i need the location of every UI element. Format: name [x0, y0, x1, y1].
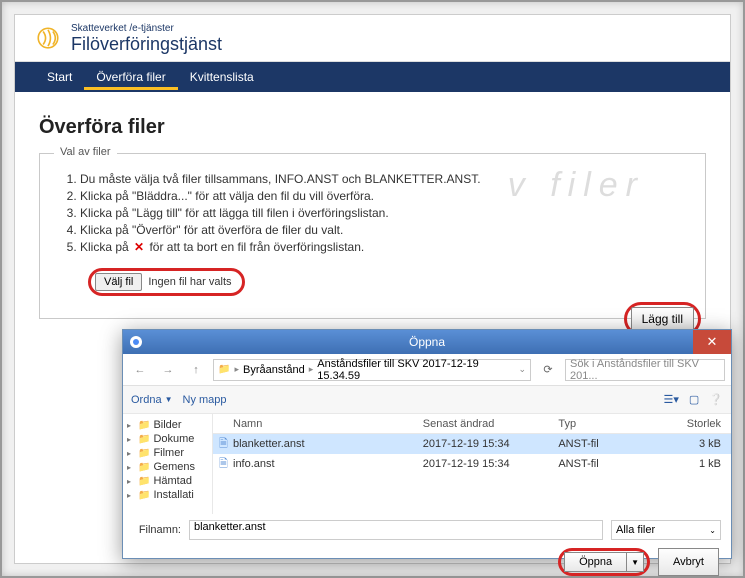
col-name[interactable]: Namn [213, 418, 423, 430]
search-input[interactable]: Sök i Anståndsfiler till SKV 201... [565, 359, 725, 381]
file-list: Namn Senast ändrad Typ Storlek 🗎 blanket… [213, 414, 731, 514]
filename-label: Filnamn: [133, 524, 181, 536]
choose-file-button[interactable]: Välj fil [95, 273, 142, 291]
col-date[interactable]: Senast ändrad [423, 418, 559, 430]
instruction-4: Klicka på "Överför" för att överföra de … [80, 223, 683, 237]
file-row[interactable]: 🗎 blanketter.anst 2017-12-19 15:34 ANST-… [213, 434, 731, 454]
folder-icon: 📁 [218, 364, 230, 375]
nav-transfer[interactable]: Överföra filer [84, 64, 177, 90]
refresh-button[interactable]: ⟳ [537, 359, 559, 381]
nav-start[interactable]: Start [35, 64, 84, 90]
breadcrumb-dropdown-icon[interactable]: ⌄ [518, 364, 526, 375]
tree-dokument[interactable]: ▸📁Dokume [125, 432, 210, 446]
new-folder-button[interactable]: Ny mapp [183, 394, 227, 406]
dialog-titlebar[interactable]: Öppna ✕ [123, 330, 731, 354]
file-icon: 🗎 [213, 455, 233, 474]
tree-gemensam[interactable]: ▸📁Gemens [125, 460, 210, 474]
col-type[interactable]: Typ [558, 418, 653, 430]
nav-receipts[interactable]: Kvittenslista [178, 64, 266, 90]
nav-bar: Start Överföra filer Kvittenslista [15, 62, 730, 92]
fieldset-legend: Val av filer [54, 146, 117, 158]
open-button-highlight: Öppna ▼ [558, 548, 650, 576]
file-chooser-highlight: Välj fil Ingen fil har valts [88, 268, 245, 296]
skatteverket-logo-icon [35, 25, 61, 54]
instruction-1: Du måste välja två filer tillsammans, IN… [80, 172, 683, 186]
open-dropdown-icon[interactable]: ▼ [627, 552, 644, 572]
file-list-header: Namn Senast ändrad Typ Storlek [213, 414, 731, 434]
filename-input[interactable]: blanketter.anst [189, 520, 603, 540]
tree-bilder[interactable]: ▸📁Bilder [125, 418, 210, 432]
no-file-text: Ingen fil har valts [142, 276, 231, 288]
instructions-list: Du måste välja två filer tillsammans, IN… [80, 172, 683, 254]
instruction-3: Klicka på "Lägg till" för att lägga till… [80, 206, 683, 220]
breadcrumb-1[interactable]: Byråanstånd [243, 364, 305, 376]
help-button[interactable]: ❔ [709, 393, 723, 406]
dialog-toolbar: Ordna▼ Ny mapp ☰▾ ▢ ❔ [123, 386, 731, 414]
add-button[interactable]: Lägg till [631, 307, 694, 331]
header-title: Filöverföringstjänst [71, 34, 222, 55]
dialog-title: Öppna [409, 335, 445, 349]
preview-pane-button[interactable]: ▢ [689, 393, 699, 406]
cancel-button[interactable]: Avbryt [658, 548, 719, 576]
tree-hamtad[interactable]: ▸📁Hämtad [125, 474, 210, 488]
tree-filmer[interactable]: ▸📁Filmer [125, 446, 210, 460]
dialog-body: ▸📁Bilder ▸📁Dokume ▸📁Filmer ▸📁Gemens ▸📁Hä… [123, 414, 731, 514]
forward-button[interactable]: → [157, 359, 179, 381]
close-button[interactable]: ✕ [693, 330, 731, 354]
file-open-dialog: Öppna ✕ ← → ↑ 📁 ▸ Byråanstånd ▸ Anstånds… [122, 329, 732, 559]
view-options-button[interactable]: ☰▾ [664, 393, 679, 406]
file-selection-fieldset: Val av filer v filer Du måste välja två … [39, 153, 706, 319]
folder-tree: ▸📁Bilder ▸📁Dokume ▸📁Filmer ▸📁Gemens ▸📁Hä… [123, 414, 213, 514]
file-icon: 🗎 [213, 435, 233, 454]
instruction-5: Klicka på ✕ för att ta bort en fil från … [80, 240, 683, 254]
delete-x-icon: ✕ [132, 240, 146, 254]
header-subtitle: Skatteverket /e-tjänster [71, 23, 222, 34]
file-row[interactable]: 🗎 info.anst 2017-12-19 15:34 ANST-fil 1 … [213, 454, 731, 474]
organize-button[interactable]: Ordna▼ [131, 394, 173, 406]
tree-install[interactable]: ▸📁Installati [125, 488, 210, 502]
breadcrumb-2[interactable]: Anståndsfiler till SKV 2017-12-19 15.34.… [317, 358, 510, 382]
page-title: Överföra filer [39, 116, 706, 139]
file-type-filter[interactable]: Alla filer⌄ [611, 520, 721, 540]
dialog-nav: ← → ↑ 📁 ▸ Byråanstånd ▸ Anståndsfiler ti… [123, 354, 731, 386]
app-header: Skatteverket /e-tjänster Filöverföringst… [15, 15, 730, 62]
col-size[interactable]: Storlek [653, 418, 731, 430]
chrome-icon [129, 335, 143, 349]
back-button[interactable]: ← [129, 359, 151, 381]
open-button[interactable]: Öppna ▼ [564, 552, 644, 572]
instruction-2: Klicka på "Bläddra..." för att välja den… [80, 189, 683, 203]
breadcrumb[interactable]: 📁 ▸ Byråanstånd ▸ Anståndsfiler till SKV… [213, 359, 531, 381]
up-button[interactable]: ↑ [185, 359, 207, 381]
dialog-footer: Filnamn: blanketter.anst Alla filer⌄ Öpp… [123, 514, 731, 560]
content-area: Överföra filer Val av filer v filer Du m… [15, 92, 730, 343]
